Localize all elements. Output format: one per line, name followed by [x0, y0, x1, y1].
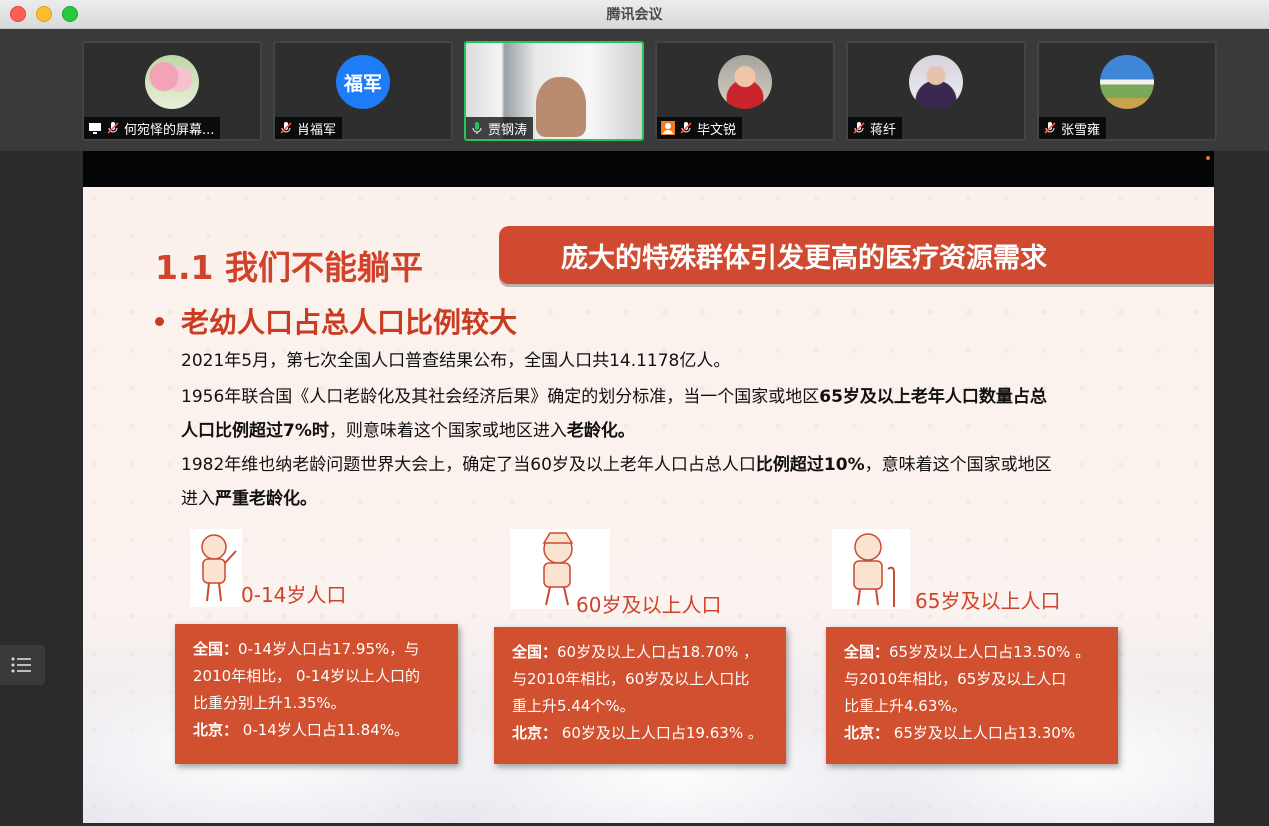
paragraph: 2021年5月，第七次全国人口普查结果公布，全国人口共14.1178亿人。: [181, 351, 731, 371]
paragraph: 1982年维也纳老龄问题世界大会上，确定了当60岁及以上老年人口占总人口比例超过…: [181, 455, 1052, 475]
list-icon: [11, 657, 31, 673]
participant-tile[interactable]: 何宛怿的屏幕...: [82, 41, 262, 141]
stat-line: 与2010年相比，65岁及以上人口: [844, 670, 1067, 688]
elder-cane-icon: [832, 529, 910, 609]
participant-name: 肖福军: [297, 122, 337, 138]
participant-nametag: 张雪雍: [1039, 117, 1107, 139]
age-group-label: 60岁及以上人口: [576, 593, 722, 617]
slide-banner-text: 庞大的特殊群体引发更高的医疗资源需求: [561, 242, 1047, 274]
participant-name: 贾钢涛: [488, 122, 528, 138]
stat-line: 北京： 60岁及以上人口占19.63% 。: [512, 724, 763, 742]
paragraph: 进入严重老龄化。: [181, 489, 317, 509]
stat-line: 比重上升4.63%。: [844, 697, 967, 715]
age-group-label: 65岁及以上人口: [915, 589, 1061, 613]
avatar: 福军: [336, 55, 390, 109]
stat-line: 全国：60岁及以上人口占18.70% ，: [512, 643, 759, 661]
avatar: [718, 55, 772, 109]
participant-tile[interactable]: 毕文锐: [655, 41, 835, 141]
participant-nametag: 毕文锐: [657, 117, 743, 139]
participant-tile[interactable]: 张雪雍: [1037, 41, 1217, 141]
participant-name: 蒋纤: [870, 122, 897, 138]
mic-off-icon: [1044, 122, 1056, 134]
mic-off-icon: [853, 122, 865, 134]
avatar: [1100, 55, 1154, 109]
participant-nametag: 蒋纤: [848, 117, 903, 139]
paragraph: 人口比例超过7%时，则意味着这个国家或地区进入老龄化。: [181, 421, 635, 441]
shared-slide: 1.1 我们不能躺平 庞大的特殊群体引发更高的医疗资源需求 老幼人口占总人口比例…: [83, 187, 1214, 823]
shared-screen-top-bar: [83, 151, 1214, 187]
avatar: [145, 55, 199, 109]
stat-line: 全国：65岁及以上人口占13.50% 。: [844, 643, 1091, 661]
stat-line: 比重分别上升1.35%。: [193, 694, 346, 712]
stat-line: 2010年相比， 0-14岁以上人口的: [193, 667, 420, 685]
child-icon: [190, 529, 242, 607]
stat-card: 全国：60岁及以上人口占18.70% ， 与2010年相比，60岁及以上人口比 …: [494, 627, 786, 764]
mic-off-icon: [107, 122, 119, 134]
participant-name: 何宛怿的屏幕...: [124, 122, 215, 138]
participant-nametag: 肖福军: [275, 117, 343, 139]
participant-nametag: 贾钢涛: [466, 117, 534, 139]
stat-line: 北京： 0-14岁人口占11.84%。: [193, 721, 410, 739]
bullet-icon: [155, 317, 164, 326]
stat-line: 全国：0-14岁人口占17.95%，与: [193, 640, 420, 658]
stat-line: 重上升5.44个%。: [512, 697, 635, 715]
stat-card: 全国：0-14岁人口占17.95%，与 2010年相比， 0-14岁以上人口的 …: [175, 624, 458, 764]
status-dot: [1206, 156, 1210, 160]
participant-strip: 何宛怿的屏幕... 福军 肖福军 贾钢涛 毕文锐 蒋纤 张雪雍: [0, 29, 1269, 151]
paragraph: 1956年联合国《人口老龄化及其社会经济后果》确定的划分标准，当一个国家或地区6…: [181, 387, 1047, 407]
age-group-label: 0-14岁人口: [241, 583, 347, 607]
participant-name: 张雪雍: [1061, 122, 1101, 138]
avatar: [909, 55, 963, 109]
mic-off-icon: [280, 122, 292, 134]
participant-video-person: [536, 77, 586, 137]
participant-tile-active[interactable]: 贾钢涛: [464, 41, 644, 141]
mic-on-icon: [472, 122, 482, 134]
stat-line: 北京： 65岁及以上人口占13.30%: [844, 724, 1076, 742]
window-title: 腾讯会议: [606, 7, 663, 23]
mic-off-icon: [680, 122, 692, 134]
screen-share-icon: [89, 123, 101, 134]
slide-banner: 庞大的特殊群体引发更高的医疗资源需求: [499, 226, 1214, 284]
side-menu-button[interactable]: [0, 645, 45, 685]
participant-nametag: 何宛怿的屏幕...: [84, 117, 221, 139]
participant-tile[interactable]: 蒋纤: [846, 41, 1026, 141]
stat-card: 全国：65岁及以上人口占13.50% 。 与2010年相比，65岁及以上人口 比…: [826, 627, 1118, 764]
slide-section-title: 1.1 我们不能躺平: [155, 248, 423, 287]
bullet-title: 老幼人口占总人口比例较大: [181, 306, 518, 339]
stat-line: 与2010年相比，60岁及以上人口比: [512, 670, 750, 688]
host-icon: [661, 121, 675, 135]
participant-tile[interactable]: 福军 肖福军: [273, 41, 453, 141]
participant-name: 毕文锐: [697, 122, 737, 138]
window-titlebar: 腾讯会议: [0, 0, 1269, 29]
